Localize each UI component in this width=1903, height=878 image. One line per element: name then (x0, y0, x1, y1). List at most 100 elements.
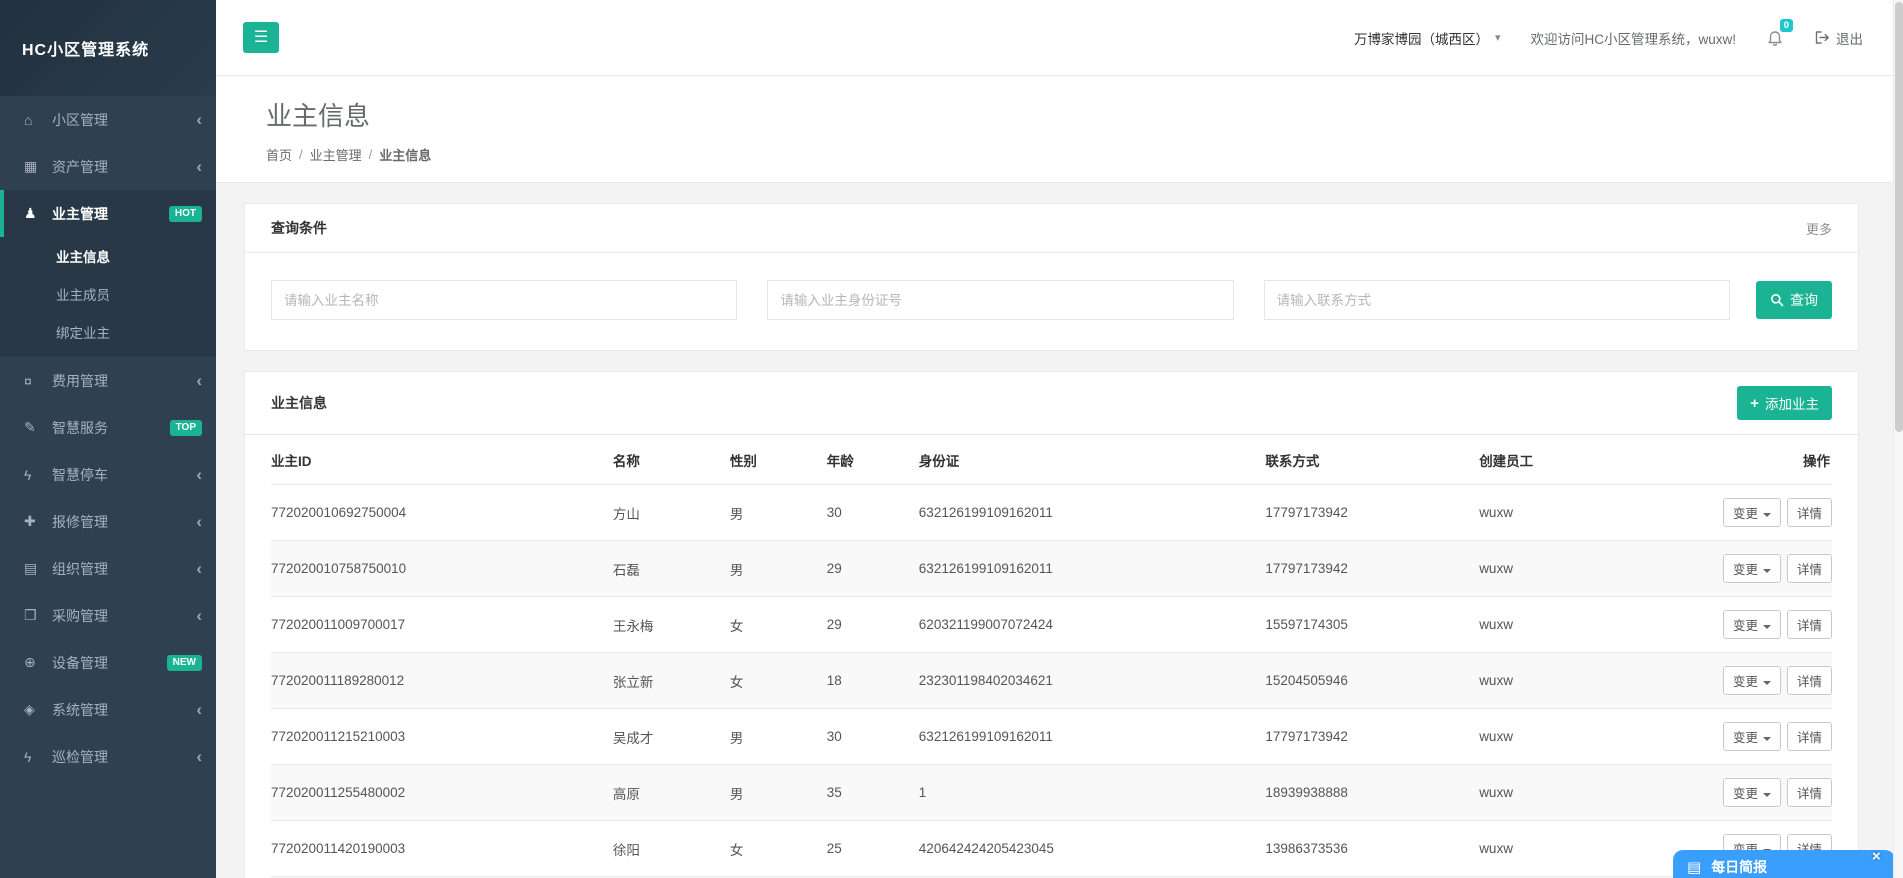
sidebar-item-purchase[interactable]: ❒采购管理‹ (0, 592, 216, 639)
chevron-left-icon: ‹ (196, 466, 202, 483)
cell-gender: 女 (730, 653, 827, 709)
lightning-icon: ϟ (24, 467, 52, 483)
scrollbar-thumb[interactable] (1895, 2, 1903, 432)
cell-owner-id: 772020011215210003 (271, 709, 613, 765)
sidebar-item-device[interactable]: ⊕设备管理NEW (0, 639, 216, 686)
sidebar-item-inspection[interactable]: ϟ巡检管理‹ (0, 733, 216, 780)
cell-idcard: 420642424205423045 (919, 821, 1266, 877)
daily-briefing-widget[interactable]: ▤ 每日简报 (1673, 850, 1895, 878)
caret-down-icon (1763, 793, 1771, 797)
sidebar-item-fee[interactable]: ¤费用管理‹ (0, 357, 216, 404)
cell-age: 30 (827, 709, 919, 765)
change-button[interactable]: 变更 (1723, 722, 1781, 751)
sidebar-subitem-owner-member[interactable]: 业主成员 (0, 275, 216, 313)
cell-creator: wuxw (1479, 485, 1680, 541)
sidebar-item-system[interactable]: ◈系统管理‹ (0, 686, 216, 733)
change-button[interactable]: 变更 (1723, 498, 1781, 527)
cell-owner-id: 772020011255480002 (271, 765, 613, 821)
change-button[interactable]: 变更 (1723, 554, 1781, 583)
caret-down-icon (1763, 737, 1771, 741)
cell-age: 35 (827, 765, 919, 821)
chevron-left-icon: ‹ (196, 560, 202, 577)
detail-button[interactable]: 详情 (1787, 778, 1832, 807)
cell-gender: 男 (730, 709, 827, 765)
caret-down-icon: ▾ (1495, 31, 1501, 44)
cell-creator: wuxw (1479, 653, 1680, 709)
search-button-label: 查询 (1790, 290, 1818, 310)
query-form: 查询 (245, 253, 1858, 350)
sidebar-item-label: 采购管理 (52, 606, 196, 626)
sidebar-item-label: 智慧停车 (52, 465, 196, 485)
sidebar-submenu: 业主信息业主成员绑定业主 (0, 237, 216, 357)
sidebar-item-smart-parking[interactable]: ϟ智慧停车‹ (0, 451, 216, 498)
breadcrumb-home[interactable]: 首页 (266, 145, 292, 164)
cell-name: 石磊 (613, 541, 730, 597)
sidebar-item-smart-service[interactable]: ✎智慧服务TOP (0, 404, 216, 451)
globe-icon: ⊕ (24, 654, 52, 671)
change-button[interactable]: 变更 (1723, 666, 1781, 695)
detail-button[interactable]: 详情 (1787, 554, 1832, 583)
cell-phone: 13986373536 (1265, 821, 1479, 877)
sidebar-item-community[interactable]: ⌂小区管理‹ (0, 96, 216, 143)
breadcrumb: 首页 / 业主管理 / 业主信息 (266, 145, 1873, 164)
search-icon (1770, 293, 1784, 307)
chevron-left-icon: ‹ (196, 748, 202, 765)
cell-age: 25 (827, 821, 919, 877)
sidebar-item-owner[interactable]: ♟业主管理HOT (0, 190, 216, 237)
page-heading: 业主信息 首页 / 业主管理 / 业主信息 (216, 76, 1903, 183)
sidebar-item-label: 系统管理 (52, 700, 196, 720)
close-icon[interactable]: × (1872, 849, 1881, 864)
sidebar-toggle-button[interactable]: ☰ (243, 22, 279, 53)
cell-actions: 变更详情 (1681, 541, 1832, 597)
change-button[interactable]: 变更 (1723, 778, 1781, 807)
monitor-icon: ⌂ (24, 112, 52, 128)
sidebar-subitem-bind-owner[interactable]: 绑定业主 (0, 313, 216, 351)
cell-gender: 女 (730, 821, 827, 877)
chevron-left-icon: ‹ (196, 513, 202, 530)
cell-phone: 18939938888 (1265, 765, 1479, 821)
notifications-button[interactable]: 0 (1766, 27, 1784, 48)
cell-creator: wuxw (1479, 541, 1680, 597)
add-owner-button[interactable]: + 添加业主 (1737, 386, 1832, 420)
cell-owner-id: 772020010758750010 (271, 541, 613, 597)
sidebar-item-organization[interactable]: ▤组织管理‹ (0, 545, 216, 592)
community-selector[interactable]: 万博家博园（城西区） ▾ (1354, 28, 1501, 48)
table-row: 772020011189280012张立新女182323011984020346… (271, 653, 1832, 709)
detail-button[interactable]: 详情 (1787, 666, 1832, 695)
cell-age: 29 (827, 541, 919, 597)
detail-button[interactable]: 详情 (1787, 498, 1832, 527)
cell-name: 徐阳 (613, 821, 730, 877)
monitor-icon: ▤ (24, 560, 52, 577)
detail-button[interactable]: 详情 (1787, 610, 1832, 639)
owner-table-wrap: 业主ID名称性别年龄身份证联系方式创建员工操作 7720200106927500… (245, 435, 1858, 878)
owner-idcard-input[interactable] (767, 280, 1233, 320)
gem-icon: ◈ (24, 701, 52, 718)
sidebar-nav: ⌂小区管理‹▦资产管理‹♟业主管理HOT业主信息业主成员绑定业主¤费用管理‹✎智… (0, 96, 216, 780)
more-link[interactable]: 更多 (1806, 219, 1832, 238)
logout-button[interactable]: 退出 (1814, 28, 1863, 48)
welcome-text: 欢迎访问HC小区管理系统，wuxw! (1530, 28, 1736, 48)
sidebar-subitem-owner-info[interactable]: 业主信息 (0, 237, 216, 275)
grid-icon: ▦ (24, 158, 52, 175)
cell-actions: 变更详情 (1681, 485, 1832, 541)
table-row: 772020011420190003徐阳女2542064242420542304… (271, 821, 1832, 877)
cell-phone: 17797173942 (1265, 541, 1479, 597)
detail-button[interactable]: 详情 (1787, 722, 1832, 751)
lightning-icon: ϟ (24, 749, 52, 765)
table-row: 772020010758750010石磊男2963212619910916201… (271, 541, 1832, 597)
breadcrumb-owner-management[interactable]: 业主管理 (310, 145, 362, 164)
owner-phone-input[interactable] (1264, 280, 1730, 320)
sidebar-item-repair[interactable]: ✚报修管理‹ (0, 498, 216, 545)
change-button[interactable]: 变更 (1723, 610, 1781, 639)
cell-actions: 变更详情 (1681, 597, 1832, 653)
app-layout: HC小区管理系统 ⌂小区管理‹▦资产管理‹♟业主管理HOT业主信息业主成员绑定业… (0, 0, 1903, 878)
owner-name-input[interactable] (271, 280, 737, 320)
cell-age: 30 (827, 485, 919, 541)
sidebar-item-asset[interactable]: ▦资产管理‹ (0, 143, 216, 190)
breadcrumb-current: 业主信息 (379, 145, 431, 164)
cell-gender: 女 (730, 597, 827, 653)
query-card-title: 查询条件 (271, 218, 327, 238)
chevron-left-icon: ‹ (196, 701, 202, 718)
search-button[interactable]: 查询 (1756, 281, 1832, 319)
cell-actions: 变更详情 (1681, 709, 1832, 765)
